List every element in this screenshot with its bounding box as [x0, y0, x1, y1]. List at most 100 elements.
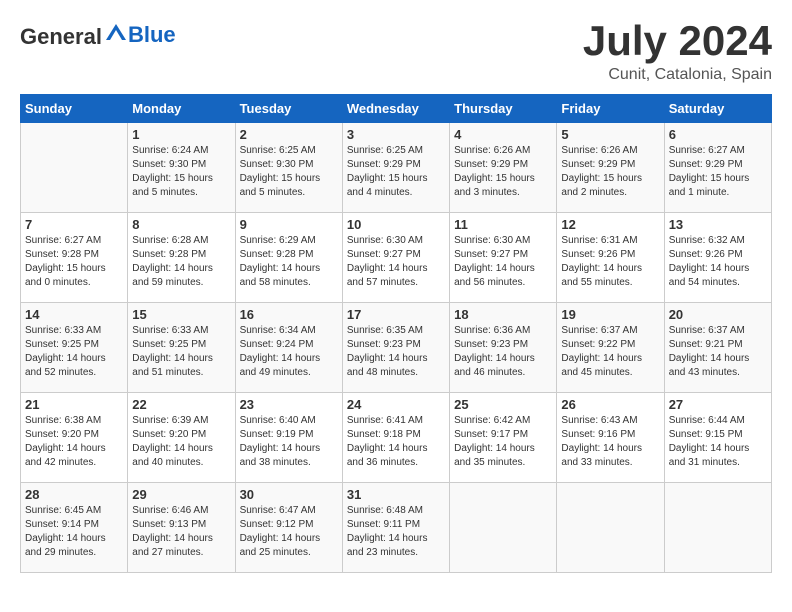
calendar-cell: 31Sunrise: 6:48 AMSunset: 9:11 PMDayligh…	[342, 483, 449, 573]
day-number: 5	[561, 127, 659, 142]
day-number: 24	[347, 397, 445, 412]
logo-icon	[104, 20, 128, 44]
calendar-cell: 19 Sunrise: 6:37 AMSunset: 9:22 PMDayligh…	[557, 303, 664, 393]
calendar-cell: 30 Sunrise: 6:47 AMSunset: 9:12 PMDayligh…	[235, 483, 342, 573]
calendar-cell: 15 Sunrise: 6:33 AMSunset: 9:25 PMDayligh…	[128, 303, 235, 393]
cell-sun-info: Sunrise: 6:39 AMSunset: 9:20 PMDaylight:…	[132, 414, 230, 470]
weekday-header: Monday	[128, 95, 235, 123]
day-number: 18	[454, 307, 552, 322]
calendar-cell: 5 Sunrise: 6:26 AMSunset: 9:29 PMDaylight…	[557, 123, 664, 213]
logo: General Blue	[20, 20, 176, 50]
calendar-cell	[21, 123, 128, 213]
title-block: July 2024 Cunit, Catalonia, Spain	[583, 20, 772, 84]
cell-sun-info: Sunrise: 6:32 AMSunset: 9:26 PMDaylight:…	[669, 234, 767, 290]
calendar-cell: 16Sunrise: 6:34 AMSunset: 9:24 PMDayligh…	[235, 303, 342, 393]
cell-sun-info: Sunrise: 6:26 AMSunset: 9:29 PMDaylight:…	[561, 144, 659, 200]
day-number: 1	[132, 127, 230, 142]
day-number: 8	[132, 217, 230, 232]
cell-sun-info: Sunrise: 6:29 AMSunset: 9:28 PMDaylight:…	[240, 234, 338, 290]
calendar-cell: 3 Sunrise: 6:25 AMSunset: 9:29 PMDaylight…	[342, 123, 449, 213]
calendar-cell: 18Sunrise: 6:36 AMSunset: 9:23 PMDayligh…	[450, 303, 557, 393]
cell-sun-info: Sunrise: 6:31 AMSunset: 9:26 PMDaylight:…	[561, 234, 659, 290]
day-number: 6	[669, 127, 767, 142]
day-number: 2	[240, 127, 338, 142]
cell-sun-info: Sunrise: 6:46 AMSunset: 9:13 PMDaylight:…	[132, 504, 230, 560]
cell-sun-info: Sunrise: 6:24 AMSunset: 9:30 PMDaylight:…	[132, 144, 230, 200]
cell-sun-info: Sunrise: 6:25 AMSunset: 9:29 PMDaylight:…	[347, 144, 445, 200]
calendar-week-row: 14 Sunrise: 6:33 AMSunset: 9:25 PMDayligh…	[21, 303, 772, 393]
cell-sun-info: Sunrise: 6:33 AMSunset: 9:25 PMDaylight:…	[132, 324, 230, 380]
cell-sun-info: Sunrise: 6:41 AMSunset: 9:18 PMDaylight:…	[347, 414, 445, 470]
calendar-cell: 2 Sunrise: 6:25 AMSunset: 9:30 PMDaylight…	[235, 123, 342, 213]
cell-sun-info: Sunrise: 6:33 AMSunset: 9:25 PMDaylight:…	[25, 324, 123, 380]
day-number: 25	[454, 397, 552, 412]
location: Cunit, Catalonia, Spain	[583, 66, 772, 84]
calendar-cell: 6Sunrise: 6:27 AMSunset: 9:29 PMDaylight…	[664, 123, 771, 213]
day-number: 3	[347, 127, 445, 142]
day-number: 29	[132, 487, 230, 502]
cell-sun-info: Sunrise: 6:27 AMSunset: 9:28 PMDaylight:…	[25, 234, 123, 290]
day-number: 30	[240, 487, 338, 502]
weekday-header: Friday	[557, 95, 664, 123]
day-number: 19	[561, 307, 659, 322]
month-title: July 2024	[583, 20, 772, 62]
cell-sun-info: Sunrise: 6:48 AMSunset: 9:11 PMDaylight:…	[347, 504, 445, 560]
day-number: 12	[561, 217, 659, 232]
day-number: 10	[347, 217, 445, 232]
cell-sun-info: Sunrise: 6:35 AMSunset: 9:23 PMDaylight:…	[347, 324, 445, 380]
calendar-cell: 7 Sunrise: 6:27 AMSunset: 9:28 PMDaylight…	[21, 213, 128, 303]
day-number: 28	[25, 487, 123, 502]
calendar-cell	[664, 483, 771, 573]
cell-sun-info: Sunrise: 6:38 AMSunset: 9:20 PMDaylight:…	[25, 414, 123, 470]
cell-sun-info: Sunrise: 6:37 AMSunset: 9:22 PMDaylight:…	[561, 324, 659, 380]
cell-sun-info: Sunrise: 6:47 AMSunset: 9:12 PMDaylight:…	[240, 504, 338, 560]
cell-sun-info: Sunrise: 6:26 AMSunset: 9:29 PMDaylight:…	[454, 144, 552, 200]
calendar-cell: 27 Sunrise: 6:44 AMSunset: 9:15 PMDayligh…	[664, 393, 771, 483]
day-number: 17	[347, 307, 445, 322]
cell-sun-info: Sunrise: 6:45 AMSunset: 9:14 PMDaylight:…	[25, 504, 123, 560]
calendar-cell: 11Sunrise: 6:30 AMSunset: 9:27 PMDayligh…	[450, 213, 557, 303]
calendar-cell	[557, 483, 664, 573]
cell-sun-info: Sunrise: 6:43 AMSunset: 9:16 PMDaylight:…	[561, 414, 659, 470]
weekday-header: Wednesday	[342, 95, 449, 123]
calendar-cell: 1 Sunrise: 6:24 AMSunset: 9:30 PMDaylight…	[128, 123, 235, 213]
calendar-cell: 26 Sunrise: 6:43 AMSunset: 9:16 PMDayligh…	[557, 393, 664, 483]
calendar-cell: 28 Sunrise: 6:45 AMSunset: 9:14 PMDayligh…	[21, 483, 128, 573]
cell-sun-info: Sunrise: 6:30 AMSunset: 9:27 PMDaylight:…	[347, 234, 445, 290]
cell-sun-info: Sunrise: 6:25 AMSunset: 9:30 PMDaylight:…	[240, 144, 338, 200]
calendar-cell: 9Sunrise: 6:29 AMSunset: 9:28 PMDaylight…	[235, 213, 342, 303]
day-number: 7	[25, 217, 123, 232]
cell-sun-info: Sunrise: 6:34 AMSunset: 9:24 PMDaylight:…	[240, 324, 338, 380]
weekday-header: Saturday	[664, 95, 771, 123]
calendar-table: SundayMondayTuesdayWednesdayThursdayFrid…	[20, 94, 772, 573]
cell-sun-info: Sunrise: 6:28 AMSunset: 9:28 PMDaylight:…	[132, 234, 230, 290]
calendar-cell: 4Sunrise: 6:26 AMSunset: 9:29 PMDaylight…	[450, 123, 557, 213]
cell-sun-info: Sunrise: 6:42 AMSunset: 9:17 PMDaylight:…	[454, 414, 552, 470]
calendar-header-row: SundayMondayTuesdayWednesdayThursdayFrid…	[21, 95, 772, 123]
logo-general-text: General	[20, 24, 102, 49]
calendar-cell: 8 Sunrise: 6:28 AMSunset: 9:28 PMDaylight…	[128, 213, 235, 303]
day-number: 14	[25, 307, 123, 322]
calendar-cell: 14 Sunrise: 6:33 AMSunset: 9:25 PMDayligh…	[21, 303, 128, 393]
weekday-header: Sunday	[21, 95, 128, 123]
calendar-cell: 10 Sunrise: 6:30 AMSunset: 9:27 PMDayligh…	[342, 213, 449, 303]
day-number: 11	[454, 217, 552, 232]
day-number: 20	[669, 307, 767, 322]
day-number: 22	[132, 397, 230, 412]
calendar-cell	[450, 483, 557, 573]
calendar-week-row: 28 Sunrise: 6:45 AMSunset: 9:14 PMDayligh…	[21, 483, 772, 573]
calendar-cell: 17 Sunrise: 6:35 AMSunset: 9:23 PMDayligh…	[342, 303, 449, 393]
day-number: 27	[669, 397, 767, 412]
calendar-cell: 12 Sunrise: 6:31 AMSunset: 9:26 PMDayligh…	[557, 213, 664, 303]
calendar-cell: 21Sunrise: 6:38 AMSunset: 9:20 PMDayligh…	[21, 393, 128, 483]
calendar-cell: 29 Sunrise: 6:46 AMSunset: 9:13 PMDayligh…	[128, 483, 235, 573]
day-number: 23	[240, 397, 338, 412]
day-number: 26	[561, 397, 659, 412]
calendar-cell: 23Sunrise: 6:40 AMSunset: 9:19 PMDayligh…	[235, 393, 342, 483]
calendar-cell: 25 Sunrise: 6:42 AMSunset: 9:17 PMDayligh…	[450, 393, 557, 483]
cell-sun-info: Sunrise: 6:44 AMSunset: 9:15 PMDaylight:…	[669, 414, 767, 470]
day-number: 15	[132, 307, 230, 322]
calendar-cell: 13Sunrise: 6:32 AMSunset: 9:26 PMDayligh…	[664, 213, 771, 303]
calendar-cell: 24 Sunrise: 6:41 AMSunset: 9:18 PMDayligh…	[342, 393, 449, 483]
calendar-cell: 22 Sunrise: 6:39 AMSunset: 9:20 PMDayligh…	[128, 393, 235, 483]
